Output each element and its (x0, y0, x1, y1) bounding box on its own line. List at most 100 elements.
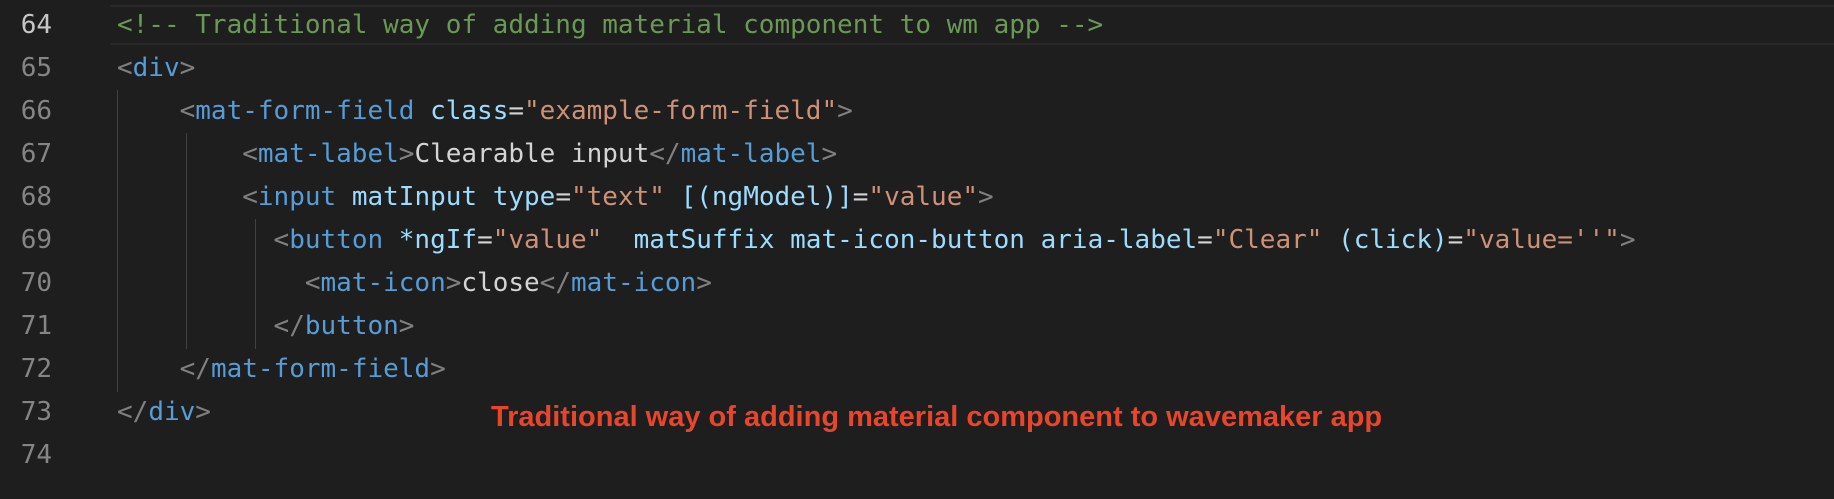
code-editor[interactable]: 64 <!-- Traditional way of adding materia… (0, 0, 1834, 499)
code-token: = (852, 182, 869, 212)
line-number: 70 (20, 268, 52, 298)
code-token: > (179, 53, 196, 83)
line-number: 68 (20, 182, 52, 212)
code-line[interactable]: 70 <mat-icon>close</mat-icon> (0, 262, 1834, 305)
code-token: > (978, 182, 994, 212)
code-token: "text" (571, 182, 665, 212)
line-number: 67 (20, 139, 52, 169)
code-line[interactable]: 74 (0, 434, 1834, 477)
code-line[interactable]: 66 <mat-form-field class="example-form-f… (0, 90, 1834, 133)
code-token: > (445, 268, 462, 298)
code-token: input (257, 182, 337, 212)
code-token: mat-label (680, 139, 822, 169)
code-token: = (555, 182, 571, 212)
code-token: </ (273, 311, 305, 341)
code-token: [(ngModel)] (680, 182, 853, 212)
code-token: </ (539, 268, 571, 298)
line-code: </div> (117, 391, 211, 434)
code-token: class (430, 96, 509, 126)
code-token: = (1197, 225, 1213, 255)
annotation-caption: Traditional way of adding material compo… (491, 401, 1383, 433)
line-number: 72 (20, 354, 52, 384)
code-token: > (430, 354, 446, 384)
code-token: <!-- Traditional way of adding material … (117, 10, 1104, 40)
code-token: close (461, 268, 540, 298)
code-token: mat-icon (320, 268, 446, 298)
code-token: mat-form-field (195, 96, 415, 126)
line-number: 74 (20, 440, 52, 470)
line-number: 73 (20, 397, 52, 427)
line-code: <mat-label>Clearable input</mat-label> (117, 133, 837, 176)
code-token: > (1619, 225, 1636, 255)
code-token: < (179, 96, 196, 126)
code-token: </ (179, 354, 211, 384)
code-line[interactable]: 71 </button> (0, 305, 1834, 348)
code-token: > (696, 268, 712, 298)
code-token: "value=''" (1463, 225, 1620, 255)
code-token: aria-label (1040, 225, 1198, 255)
code-token: < (242, 139, 258, 169)
line-number: 64 (20, 10, 52, 40)
code-line[interactable]: 68 <input matInput type="text" [(ngModel… (0, 176, 1834, 219)
code-token: type (492, 182, 556, 212)
line-code: <button *ngIf = "value" matSuffix mat-icon… (117, 219, 1636, 262)
code-token: "Clear" (1212, 225, 1323, 255)
code-line[interactable]: 65 <div> (0, 47, 1834, 90)
code-token: mat-icon-button (790, 225, 1025, 255)
line-code: <input matInput type="text" [(ngModel)]=… (117, 176, 994, 219)
code-line[interactable]: 69 <button *ngIf = "value" matSuffix mat-i… (0, 219, 1834, 262)
code-line[interactable]: 67 <mat-label>Clearable input</mat-label… (0, 133, 1834, 176)
code-token: button (289, 225, 384, 255)
code-token: "value" (492, 225, 603, 255)
code-token: Clearable input (414, 139, 650, 169)
line-number: 69 (20, 225, 52, 255)
line-code: <mat-form-field class="example-form-fiel… (117, 90, 853, 133)
code-token: > (821, 139, 838, 169)
code-token: > (837, 96, 853, 126)
code-token: div (132, 53, 180, 83)
code-token: mat-form-field (210, 354, 431, 384)
code-token: < (304, 268, 321, 298)
code-line[interactable]: 72 </mat-form-field> (0, 348, 1834, 391)
code-token: = (1447, 225, 1464, 255)
code-token: < (242, 182, 258, 212)
code-token: matInput (351, 182, 478, 212)
code-token: (click) (1338, 225, 1448, 255)
line-number: 71 (20, 311, 52, 341)
code-token: mat-label (257, 139, 399, 169)
line-code: <mat-icon>close</mat-icon> (117, 262, 712, 305)
code-token: div (148, 397, 196, 427)
code-token: < (273, 225, 290, 255)
code-token: > (398, 139, 415, 169)
code-token: mat-icon (570, 268, 697, 298)
code-token: </ (117, 397, 149, 427)
code-token: = (508, 96, 525, 126)
code-token: "example-form-field" (524, 96, 838, 126)
code-token: > (398, 311, 415, 341)
code-token: < (117, 53, 133, 83)
line-code: <!-- Traditional way of adding material … (117, 4, 1103, 47)
code-token: </ (649, 139, 681, 169)
code-line[interactable]: 64 <!-- Traditional way of adding materia… (0, 4, 1834, 47)
line-code: </button> (117, 305, 415, 348)
line-number: 65 (20, 53, 52, 83)
code-token: "value" (868, 182, 978, 212)
code-token: matSuffix (633, 225, 775, 255)
code-token: *ngIf (398, 225, 478, 255)
